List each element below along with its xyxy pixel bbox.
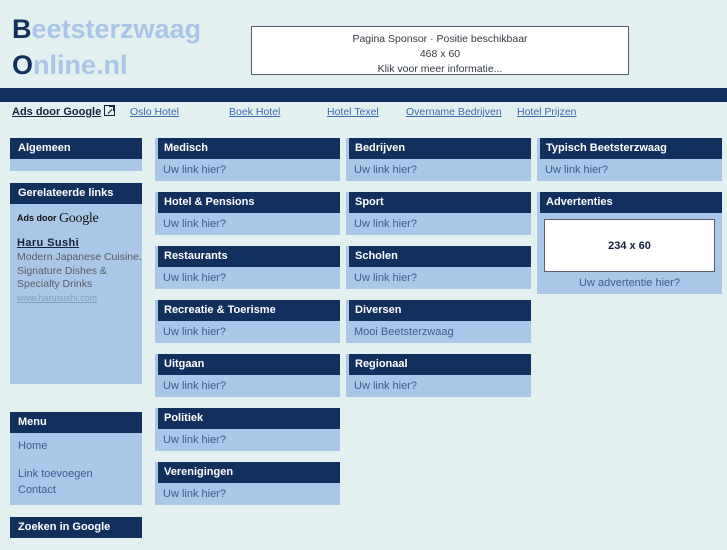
site-logo-line2[interactable]: Online.nl <box>12 48 128 82</box>
category-column-2: Bedrijven Uw link hier? Sport Uw link hi… <box>346 138 531 408</box>
menu-item-contact[interactable]: Contact <box>18 482 142 498</box>
category-link[interactable]: Uw link hier? <box>163 218 226 230</box>
category-politiek: Politiek Uw link hier? <box>155 408 340 451</box>
panel-algemeen-title: Algemeen <box>10 138 142 159</box>
category-title: Medisch <box>155 138 340 159</box>
category-link[interactable]: Uw link hier? <box>163 164 226 176</box>
sidebar-ad-description: Modern Japanese Cuisine. Signature Dishe… <box>17 251 142 290</box>
sponsor-line-3: Klik voor meer informatie... <box>377 63 503 75</box>
panel-algemeen: Algemeen <box>10 138 142 171</box>
category-link[interactable]: Uw link hier? <box>354 380 417 392</box>
ads-door-google-inline-label: Ads door Google <box>17 211 142 227</box>
category-uitgaan: Uitgaan Uw link hier? <box>155 354 340 397</box>
category-title: Politiek <box>155 408 340 429</box>
ad-link-hotel-prijzen[interactable]: Hotel Prijzen <box>517 106 577 118</box>
site-logo-line1[interactable]: Beetsterzwaag <box>12 12 201 46</box>
menu-item-link-toevoegen[interactable]: Link toevoegen <box>18 466 142 482</box>
ad-link-overname-bedrijven[interactable]: Overname Bedrijven <box>406 106 502 118</box>
ad-link-hotel-texel[interactable]: Hotel Texel <box>327 106 379 118</box>
category-title: Hotel & Pensions <box>155 192 340 213</box>
panel-gerelateerde-title: Gerelateerde links <box>10 183 142 204</box>
advert-placeholder-box[interactable]: 234 x 60 <box>544 219 715 272</box>
category-link[interactable]: Uw link hier? <box>163 488 226 500</box>
category-recreatie-toerisme: Recreatie & Toerisme Uw link hier? <box>155 300 340 343</box>
category-link[interactable]: Mooi Beetsterzwaag <box>354 326 454 338</box>
category-title: Sport <box>346 192 531 213</box>
panel-menu-title: Menu <box>10 412 142 433</box>
category-link[interactable]: Uw link hier? <box>354 272 417 284</box>
advertenties-title: Advertenties <box>537 192 722 213</box>
category-scholen: Scholen Uw link hier? <box>346 246 531 289</box>
google-ads-strip: Ads door Google Oslo Hotel Boek Hotel Ho… <box>0 102 727 122</box>
sidebar: Algemeen Gerelateerde links Ads door Goo… <box>10 138 142 550</box>
category-link[interactable]: Uw link hier? <box>163 272 226 284</box>
category-title: Uitgaan <box>155 354 340 375</box>
logo-cap-o: O <box>12 50 34 80</box>
sponsor-line-1: Pagina Sponsor · Positie beschikbaar <box>352 33 528 45</box>
menu-item-home[interactable]: Home <box>18 438 142 454</box>
panel-menu: Menu Home Link toevoegen Contact <box>10 412 142 505</box>
logo-rest-2: nline.nl <box>33 50 128 80</box>
category-hotel-pensions: Hotel & Pensions Uw link hier? <box>155 192 340 235</box>
panel-zoeken-title: Zoeken in Google <box>10 517 142 538</box>
category-verenigingen: Verenigingen Uw link hier? <box>155 462 340 505</box>
category-diversen: Diversen Mooi Beetsterzwaag <box>346 300 531 343</box>
panel-algemeen-body <box>10 159 142 171</box>
ads-label-text: Ads door Google <box>12 106 102 118</box>
category-bedrijven: Bedrijven Uw link hier? <box>346 138 531 181</box>
ad-link-boek-hotel[interactable]: Boek Hotel <box>229 106 280 118</box>
masthead: Beetsterzwaag Online.nl Pagina Sponsor ·… <box>0 0 727 88</box>
category-title: Diversen <box>346 300 531 321</box>
category-link[interactable]: Uw link hier? <box>163 326 226 338</box>
category-link[interactable]: Uw link hier? <box>354 164 417 176</box>
sidebar-ad-url[interactable]: www.harusushi.com <box>17 293 142 303</box>
advertenties-body: 234 x 60 Uw advertentie hier? <box>537 213 722 294</box>
category-typisch-beetsterzwaag: Typisch Beetsterzwaag Uw link hier? <box>537 138 722 181</box>
advert-caption[interactable]: Uw advertentie hier? <box>544 272 715 289</box>
google-wordmark: Google <box>59 211 99 226</box>
category-title: Typisch Beetsterzwaag <box>537 138 722 159</box>
category-regionaal: Regionaal Uw link hier? <box>346 354 531 397</box>
panel-gerelateerde-links: Gerelateerde links Ads door Google Haru … <box>10 183 142 384</box>
sidebar-ad-title[interactable]: Haru Sushi <box>17 237 142 249</box>
logo-cap-b: B <box>12 14 32 44</box>
category-title: Scholen <box>346 246 531 267</box>
category-title: Bedrijven <box>346 138 531 159</box>
category-title: Verenigingen <box>155 462 340 483</box>
category-title: Regionaal <box>346 354 531 375</box>
sponsor-banner[interactable]: Pagina Sponsor · Positie beschikbaar 468… <box>251 26 629 75</box>
category-column-3: Typisch Beetsterzwaag Uw link hier? Adve… <box>537 138 722 305</box>
category-title: Restaurants <box>155 246 340 267</box>
category-medisch: Medisch Uw link hier? <box>155 138 340 181</box>
panel-zoeken-in-google: Zoeken in Google <box>10 517 142 538</box>
category-sport: Sport Uw link hier? <box>346 192 531 235</box>
navigation-bar <box>0 88 727 102</box>
ads-door-google-label[interactable]: Ads door Google <box>12 105 116 118</box>
logo-rest-1: eetsterzwaag <box>31 14 202 44</box>
category-column-1: Medisch Uw link hier? Hotel & Pensions U… <box>155 138 340 516</box>
ads-inline-prefix: Ads door <box>17 213 59 223</box>
panel-advertenties: Advertenties 234 x 60 Uw advertentie hie… <box>537 192 722 294</box>
category-link[interactable]: Uw link hier? <box>545 164 608 176</box>
ad-link-oslo-hotel[interactable]: Oslo Hotel <box>130 106 179 118</box>
category-link[interactable]: Uw link hier? <box>354 218 417 230</box>
category-link[interactable]: Uw link hier? <box>163 434 226 446</box>
panel-gerelateerde-body: Ads door Google Haru Sushi Modern Japane… <box>10 204 142 384</box>
page-root: Beetsterzwaag Online.nl Pagina Sponsor ·… <box>0 0 727 545</box>
category-restaurants: Restaurants Uw link hier? <box>155 246 340 289</box>
category-title: Recreatie & Toerisme <box>155 300 340 321</box>
category-link[interactable]: Uw link hier? <box>163 380 226 392</box>
panel-menu-body: Home Link toevoegen Contact <box>10 433 142 505</box>
sponsor-line-2: 468 x 60 <box>419 48 461 60</box>
menu-spacer <box>18 454 142 466</box>
external-link-icon <box>104 105 116 116</box>
